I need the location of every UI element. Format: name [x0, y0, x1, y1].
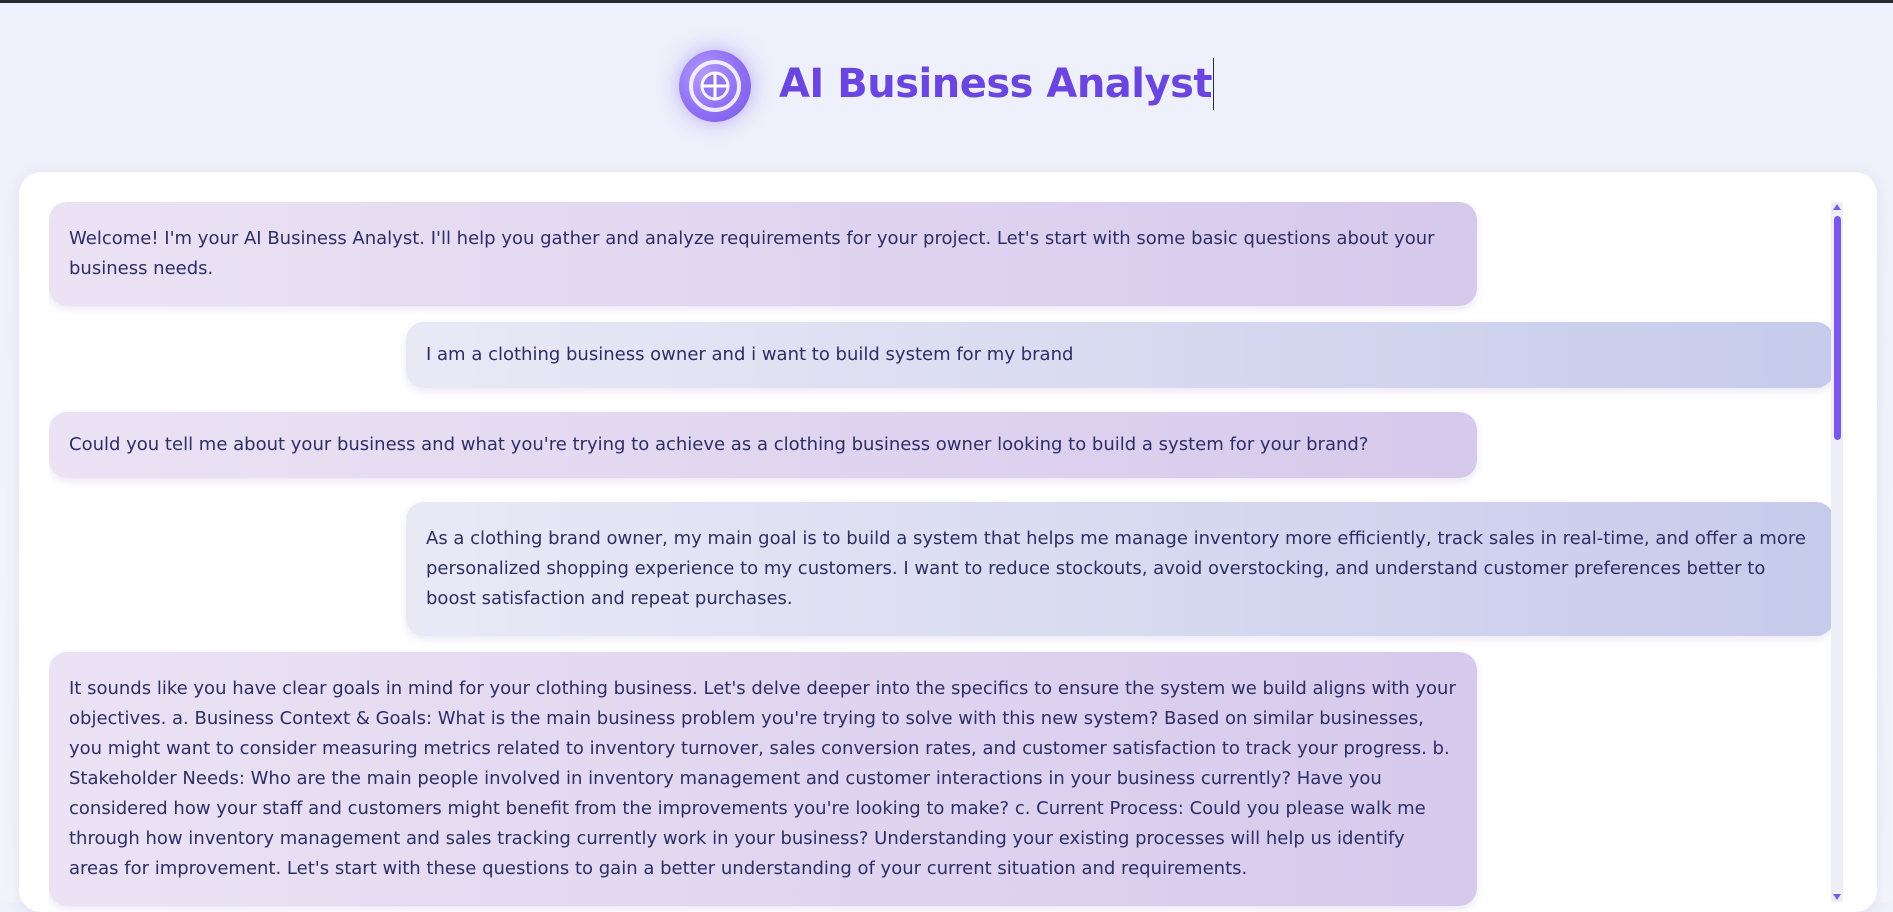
assistant-message: Welcome! I'm your AI Business Analyst. I… — [49, 202, 1477, 306]
assistant-message: Could you tell me about your business an… — [49, 412, 1477, 478]
page-title: AI Business Analyst — [778, 57, 1215, 112]
message-text: As a clothing brand owner, my main goal … — [426, 528, 1806, 609]
message-text: I am a clothing business owner and i wan… — [426, 344, 1074, 365]
user-message: As a clothing brand owner, my main goal … — [406, 502, 1834, 636]
message-text: It sounds like you have clear goals in m… — [69, 678, 1456, 879]
assistant-message: It sounds like you have clear goals in m… — [49, 652, 1477, 906]
scroll-up-arrow-icon[interactable] — [1833, 204, 1841, 210]
ai-compass-icon — [678, 49, 751, 122]
message-text: Welcome! I'm your AI Business Analyst. I… — [69, 228, 1435, 279]
message-text: Could you tell me about your business an… — [69, 434, 1369, 455]
page-title-text: AI Business Analyst — [778, 60, 1213, 107]
chat-panel: Welcome! I'm your AI Business Analyst. I… — [19, 172, 1877, 912]
scroll-down-arrow-icon[interactable] — [1833, 894, 1841, 900]
app-header: AI Business Analyst — [0, 3, 1893, 168]
user-message: I am a clothing business owner and i wan… — [406, 322, 1834, 388]
text-cursor — [1213, 57, 1215, 110]
message-list[interactable]: Welcome! I'm your AI Business Analyst. I… — [49, 202, 1854, 912]
chat-scrollbar[interactable] — [1831, 202, 1843, 902]
scrollbar-thumb[interactable] — [1834, 216, 1841, 440]
